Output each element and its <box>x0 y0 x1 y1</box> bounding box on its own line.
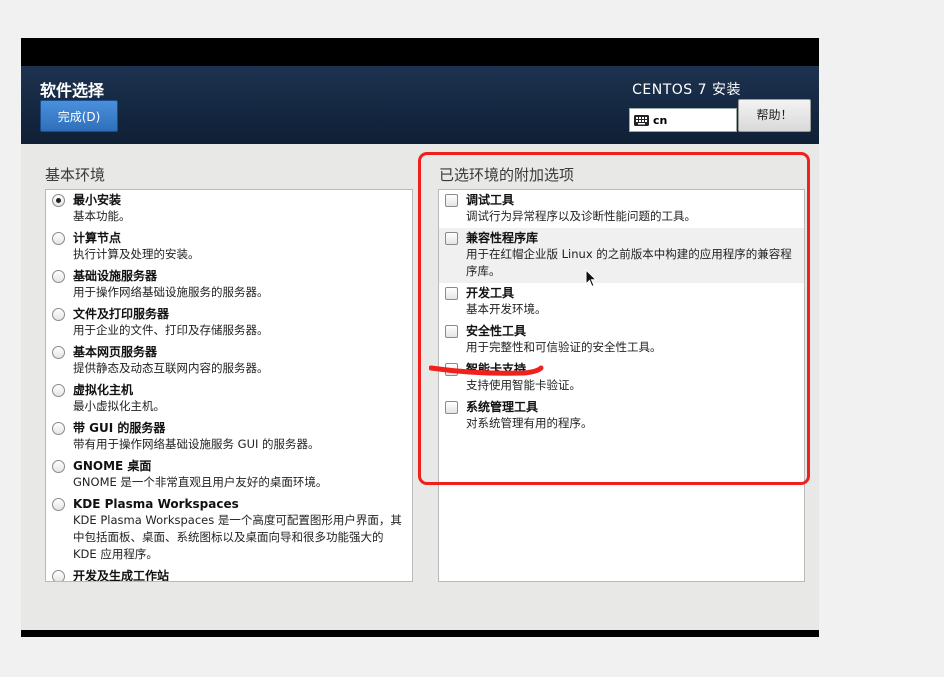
environment-description: GNOME 是一个非常直观且用户友好的桌面环境。 <box>73 475 328 489</box>
addon-description: 基本开发环境。 <box>466 302 547 316</box>
addon-option[interactable]: 兼容性程序库用于在红帽企业版 Linux 的之前版本中构建的应用程序的兼容程序库… <box>439 228 804 283</box>
bottom-black-bar <box>21 630 819 637</box>
done-button[interactable]: 完成(D) <box>40 100 118 132</box>
radio-button[interactable] <box>52 498 65 511</box>
environment-description: 执行计算及处理的安装。 <box>73 247 200 261</box>
addon-title: 系统管理工具 <box>466 400 539 414</box>
checkbox[interactable] <box>445 232 458 245</box>
environment-description: 基本功能。 <box>73 209 131 223</box>
environment-description: 最小虚拟化主机。 <box>73 399 165 413</box>
environment-title: 带 GUI 的服务器 <box>73 421 166 435</box>
addon-description: 对系统管理有用的程序。 <box>466 416 593 430</box>
environment-option[interactable]: KDE Plasma Workspaces KDE Plasma Workspac… <box>46 494 412 566</box>
environment-title: GNOME 桌面 <box>73 459 152 473</box>
addon-option[interactable]: 智能卡支持支持使用智能卡验证。 <box>439 359 804 397</box>
radio-button[interactable] <box>52 460 65 473</box>
keyboard-layout-indicator[interactable]: cn <box>629 108 737 132</box>
radio-button[interactable] <box>52 384 65 397</box>
top-black-bar <box>21 38 819 66</box>
addon-option[interactable]: 调试工具调试行为异常程序以及诊断性能问题的工具。 <box>439 190 804 228</box>
environment-description: 用于企业的文件、打印及存储服务器。 <box>73 323 269 337</box>
help-button[interactable]: 帮助！ <box>738 99 811 132</box>
base-environment-list[interactable]: 最小安装基本功能。计算节点执行计算及处理的安装。 基础设施服务器用于操作网络基础设… <box>45 189 413 582</box>
installer-window: 软件选择 完成(D) CENTOS 7 安装 cn 帮助！ 基本环境 已选环境的… <box>21 38 819 637</box>
environment-title: 基本网页服务器 <box>73 345 158 359</box>
radio-button[interactable] <box>52 194 65 207</box>
addon-description: 支持使用智能卡验证。 <box>466 378 581 392</box>
environment-option[interactable]: 计算节点执行计算及处理的安装。 <box>46 228 412 266</box>
addons-list[interactable]: 调试工具调试行为异常程序以及诊断性能问题的工具。 兼容性程序库用于在红帽企业版 L… <box>438 189 805 582</box>
checkbox[interactable] <box>445 287 458 300</box>
radio-button[interactable] <box>52 232 65 245</box>
addon-description: 用于在红帽企业版 Linux 的之前版本中构建的应用程序的兼容程序库。 <box>466 247 792 278</box>
radio-button[interactable] <box>52 346 65 359</box>
environment-option[interactable]: 带 GUI 的服务器带有用于操作网络基础设施服务 GUI 的服务器。 <box>46 418 412 456</box>
addon-option[interactable]: 系统管理工具对系统管理有用的程序。 <box>439 397 804 435</box>
environment-title: 计算节点 <box>73 231 122 245</box>
addon-title: 安全性工具 <box>466 324 527 338</box>
environment-option[interactable]: 基本网页服务器提供静态及动态互联网内容的服务器。 <box>46 342 412 380</box>
addon-title: 开发工具 <box>466 286 515 300</box>
checkbox[interactable] <box>445 325 458 338</box>
environment-title: 开发及生成工作站 <box>73 569 170 582</box>
checkbox[interactable] <box>445 401 458 414</box>
radio-button[interactable] <box>52 422 65 435</box>
checkbox[interactable] <box>445 363 458 376</box>
environment-option[interactable]: 最小安装 基本功能。 <box>46 190 412 228</box>
radio-button[interactable] <box>52 308 65 321</box>
addon-description: 调试行为异常程序以及诊断性能问题的工具。 <box>466 209 696 223</box>
environment-title: 虚拟化主机 <box>73 383 134 397</box>
environment-description: 带有用于操作网络基础设施服务 GUI 的服务器。 <box>73 437 320 451</box>
environment-title: 最小安装 <box>73 193 122 207</box>
environment-option[interactable]: 文件及打印服务器用于企业的文件、打印及存储服务器。 <box>46 304 412 342</box>
addon-option[interactable]: 开发工具基本开发环境。 <box>439 283 804 321</box>
checkbox[interactable] <box>445 194 458 207</box>
environment-title: 基础设施服务器 <box>73 269 158 283</box>
environment-title: 文件及打印服务器 <box>73 307 170 321</box>
radio-button[interactable] <box>52 570 65 581</box>
environment-description: KDE Plasma Workspaces 是一个高度可配置图形用户界面，其中包… <box>73 513 402 561</box>
product-title: CENTOS 7 安装 <box>632 82 741 98</box>
page-title: 软件选择 <box>40 81 105 100</box>
addon-title: 调试工具 <box>466 193 515 207</box>
environment-description: 用于操作网络基础设施服务的服务器。 <box>73 285 269 299</box>
addon-title: 智能卡支持 <box>466 362 527 376</box>
addons-heading: 已选环境的附加选项 <box>439 166 575 184</box>
addon-option[interactable]: 安全性工具用于完整性和可信验证的安全性工具。 <box>439 321 804 359</box>
environment-option[interactable]: 开发及生成工作站 <box>46 566 412 582</box>
environment-title: KDE Plasma Workspaces <box>73 497 239 511</box>
environment-option[interactable]: 虚拟化主机最小虚拟化主机。 <box>46 380 412 418</box>
environment-option[interactable]: 基础设施服务器用于操作网络基础设施服务的服务器。 <box>46 266 412 304</box>
keyboard-icon <box>634 114 649 126</box>
addon-title: 兼容性程序库 <box>466 231 539 245</box>
base-environment-heading: 基本环境 <box>45 166 106 184</box>
addon-description: 用于完整性和可信验证的安全性工具。 <box>466 340 662 354</box>
environment-description: 提供静态及动态互联网内容的服务器。 <box>73 361 269 375</box>
environment-option[interactable]: GNOME 桌面 GNOME 是一个非常直观且用户友好的桌面环境。 <box>46 456 412 494</box>
keyboard-layout-label: cn <box>653 113 668 127</box>
header-bar: 软件选择 完成(D) CENTOS 7 安装 cn 帮助！ <box>21 66 819 144</box>
radio-button[interactable] <box>52 270 65 283</box>
